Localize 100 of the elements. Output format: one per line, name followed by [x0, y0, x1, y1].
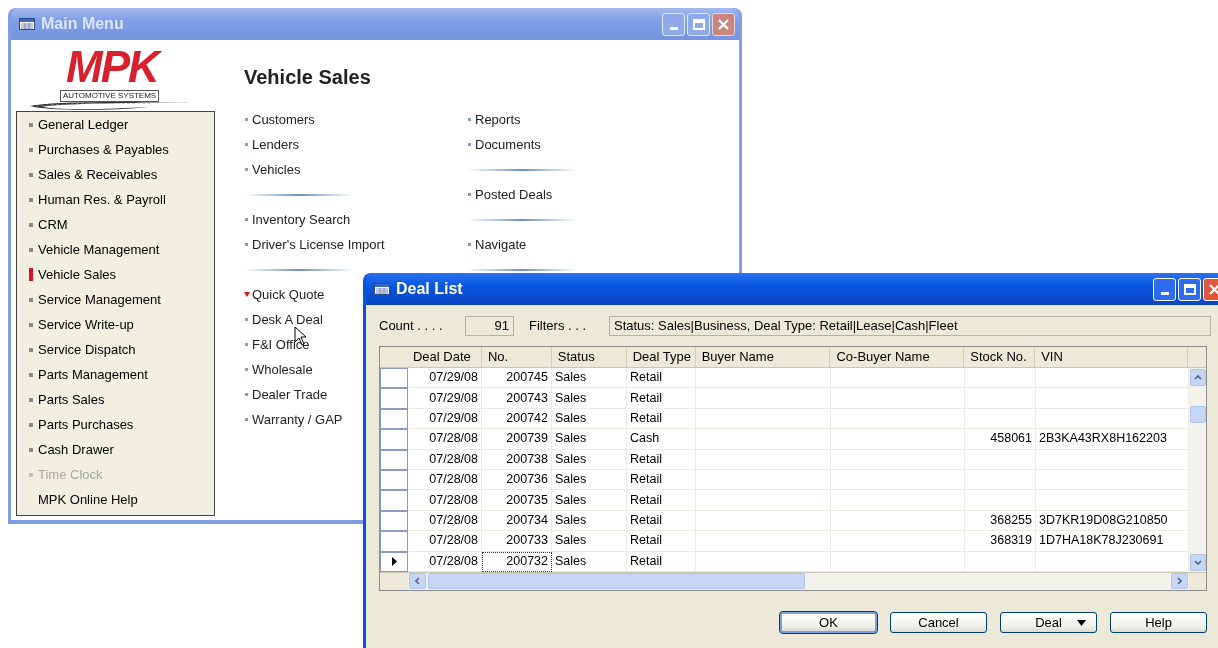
dialog-button[interactable]: OK — [780, 611, 877, 633]
menu-link[interactable]: Reports — [475, 109, 521, 130]
sidebar-item[interactable]: Vehicle Management — [38, 239, 160, 260]
sidebar-item[interactable]: Service Dispatch — [38, 339, 136, 360]
maximize-icon — [692, 18, 705, 30]
vertical-scrollbar[interactable] — [1189, 368, 1206, 572]
sidebar-item[interactable]: Service Management — [38, 289, 161, 310]
sidebar-item[interactable]: Service Write-up — [38, 314, 134, 335]
dialog-button[interactable]: Help — [1110, 611, 1207, 633]
table-cell: 07/29/08 — [408, 388, 482, 409]
column-header[interactable]: No. — [481, 347, 552, 367]
menu-link[interactable]: F&I Office — [252, 334, 310, 355]
table-cell: 200738 — [482, 449, 552, 470]
menu-link[interactable]: Warranty / GAP — [252, 409, 343, 430]
column-header[interactable]: Status — [551, 347, 627, 367]
table-cell: Retail — [627, 388, 696, 409]
menu-link[interactable]: Desk A Deal — [252, 309, 323, 330]
menu-link[interactable]: Lenders — [252, 134, 299, 155]
table-cell: Sales — [552, 531, 627, 552]
chevron-up-icon — [1193, 375, 1202, 380]
menu-link[interactable]: Customers — [252, 109, 315, 130]
close-button[interactable] — [712, 12, 735, 36]
menu-link[interactable]: Quick Quote — [252, 284, 325, 305]
menu-link[interactable]: Inventory Search — [252, 209, 351, 230]
sidebar-item[interactable]: Vehicle Sales — [38, 264, 117, 285]
sidebar-item[interactable]: Parts Purchases — [38, 414, 134, 435]
table-cell: Cash — [627, 429, 696, 450]
table-cell: 07/28/08 — [408, 429, 482, 450]
logo-tagline: AUTOMOTIVE SYSTEMS — [60, 90, 160, 102]
horizontal-scrollbar[interactable] — [408, 572, 1189, 590]
table-cell: 200739 — [482, 429, 552, 450]
maximize-icon — [1183, 283, 1196, 295]
table-cell: Sales — [552, 429, 627, 450]
minimize-icon — [669, 26, 678, 30]
menu-link[interactable]: Wholesale — [252, 359, 313, 380]
table-cell: Retail — [627, 449, 696, 470]
scrollbar-thumb[interactable] — [1189, 406, 1206, 423]
table-cell: Sales — [552, 388, 627, 409]
table-cell: 200732 — [482, 551, 552, 572]
column-header[interactable]: Buyer Name — [695, 347, 831, 367]
table-cell: 458061 — [965, 429, 1036, 450]
current-row-icon — [391, 557, 397, 567]
filters-label: Filters . . . — [529, 317, 588, 336]
menu-link[interactable]: Posted Deals — [475, 184, 553, 205]
window-title: Main Menu — [41, 14, 124, 34]
table-cell: Retail — [627, 551, 696, 572]
table-cell: 07/28/08 — [408, 551, 482, 572]
window-icon — [374, 283, 390, 295]
table-cell: 200733 — [482, 531, 552, 552]
column-header[interactable]: Deal Type — [626, 347, 696, 367]
scroll-down-button[interactable] — [1189, 553, 1206, 571]
count-label: Count . . . . — [379, 317, 444, 336]
table-cell: 200743 — [482, 388, 552, 409]
table-cell: 07/28/08 — [408, 531, 482, 552]
menu-link[interactable]: Driver's License Import — [252, 234, 385, 255]
caret-icon — [1077, 619, 1086, 626]
dialog-button[interactable]: Cancel — [890, 611, 987, 633]
column-header[interactable]: Deal Date — [407, 347, 482, 367]
column-header[interactable]: Stock No. — [964, 347, 1036, 367]
sidebar-item[interactable]: General Ledger — [38, 114, 129, 135]
sidebar-item[interactable]: MPK Online Help — [38, 489, 138, 510]
table-cell — [965, 449, 1036, 470]
sidebar-item[interactable]: Human Res. & Payroll — [38, 189, 166, 210]
menu-link[interactable]: Navigate — [475, 234, 527, 255]
column-header[interactable]: Co-Buyer Name — [830, 347, 965, 367]
row-selector[interactable] — [380, 551, 408, 572]
close-icon — [1209, 283, 1218, 295]
sidebar-item[interactable]: Cash Drawer — [38, 439, 114, 460]
table-cell — [965, 551, 1036, 572]
sidebar-item[interactable]: CRM — [38, 214, 68, 235]
table-cell: 200735 — [482, 490, 552, 511]
scroll-right-button[interactable] — [1171, 573, 1188, 590]
table-cell: Sales — [552, 490, 627, 511]
column-header[interactable]: VIN — [1035, 347, 1188, 367]
minimize-button[interactable] — [662, 12, 685, 36]
table-cell: Sales — [552, 551, 627, 572]
chevron-down-icon — [1193, 559, 1202, 565]
section-heading: Vehicle Sales — [244, 65, 371, 90]
maximize-button[interactable] — [687, 12, 710, 36]
sidebar-item[interactable]: Purchases & Payables — [38, 139, 169, 160]
menu-link[interactable]: Dealer Trade — [252, 384, 328, 405]
table-cell — [965, 388, 1036, 409]
dialog-button[interactable]: Deal — [1000, 611, 1097, 633]
filters-field: Status: Sales|Business, Deal Type: Retail|Lease|Cash|Fleet — [609, 316, 1211, 336]
menu-link[interactable]: Documents — [475, 134, 541, 155]
scroll-left-button[interactable] — [409, 573, 426, 590]
scrollbar-thumb[interactable] — [428, 573, 805, 590]
sidebar-item[interactable]: Parts Sales — [38, 389, 105, 410]
table-cell: 07/28/08 — [408, 449, 482, 470]
table-cell: Sales — [552, 449, 627, 470]
scroll-up-button[interactable] — [1189, 369, 1206, 386]
chevron-right-icon — [1177, 577, 1182, 586]
menu-link[interactable]: Vehicles — [252, 159, 301, 180]
close-icon — [718, 18, 729, 30]
sidebar-item[interactable]: Sales & Receivables — [38, 164, 158, 185]
table-cell: 07/28/08 — [408, 490, 482, 511]
table-cell — [965, 490, 1036, 511]
sidebar-item[interactable]: Parts Management — [38, 364, 148, 385]
table-cell: Retail — [627, 531, 696, 552]
table-cell: 368319 — [965, 531, 1036, 552]
